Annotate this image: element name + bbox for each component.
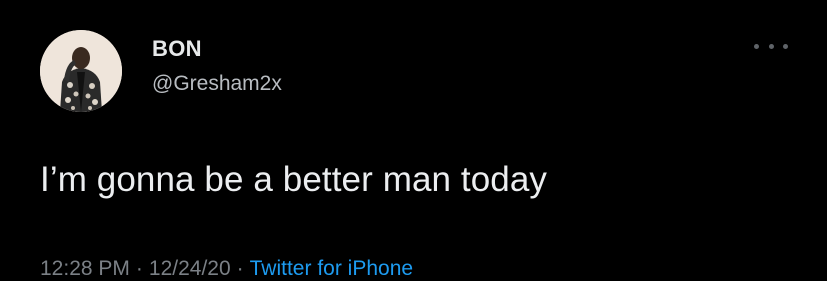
more-options-icon[interactable] [754,36,788,56]
tweet-metadata: 12:28 PM · 12/24/20 · Twitter for iPhone [40,257,413,281]
meta-separator: · [135,257,143,280]
tweet-card: BON @Gresham2x I’m gonna be a better man… [0,0,827,280]
user-handle[interactable]: @Gresham2x [152,72,282,96]
tweet-date[interactable]: 12/24/20 [149,257,231,280]
dot [768,43,774,49]
tweet-time[interactable]: 12:28 PM [40,257,130,280]
profile-avatar[interactable] [40,30,122,112]
dot [783,43,788,49]
avatar-image [40,30,122,112]
dot [754,43,759,49]
display-name[interactable]: BON [152,36,202,62]
tweet-text: I’m gonna be a better man today [40,160,548,199]
meta-separator: · [236,257,244,280]
tweet-source-link[interactable]: Twitter for iPhone [250,257,413,280]
